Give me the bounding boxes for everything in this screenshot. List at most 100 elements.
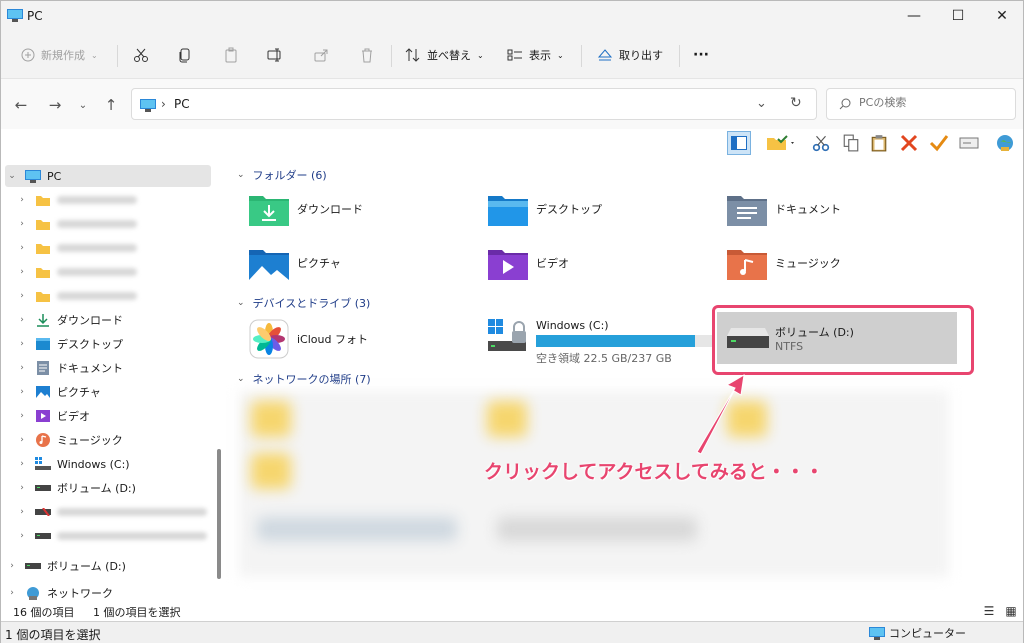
new-button[interactable]: 新規作成 ⌄: [21, 43, 98, 67]
sidebar-item-music[interactable]: › ミュージック: [15, 429, 221, 451]
network-tool-button[interactable]: [993, 131, 1017, 155]
sidebar-item-blurred[interactable]: ›: [15, 285, 221, 307]
chevron-right-icon[interactable]: ›: [5, 561, 19, 571]
arrow-left-icon: ←: [14, 96, 28, 114]
sidebar-item-label: Windows (C:): [57, 457, 130, 471]
chevron-right-icon[interactable]: ›: [15, 435, 29, 445]
sidebar-item-label: デスクトップ: [57, 338, 123, 351]
chevron-right-icon[interactable]: ›: [15, 411, 29, 421]
chevron-down-icon: ⌄: [91, 50, 98, 60]
rename-button[interactable]: [267, 43, 283, 67]
cut-button[interactable]: [133, 43, 149, 67]
check-tool-button[interactable]: [927, 131, 951, 155]
eject-button[interactable]: 取り出す: [597, 43, 663, 67]
sidebar-item-downloads[interactable]: › ダウンロード: [15, 309, 221, 331]
sidebar-item-label: ボリューム (D:): [57, 482, 136, 495]
chevron-right-icon[interactable]: ›: [15, 291, 29, 301]
pane-toggle-button[interactable]: [727, 131, 751, 155]
sidebar-item-blurred[interactable]: ›: [15, 213, 221, 235]
chevron-right-icon[interactable]: ›: [15, 195, 29, 205]
more-button[interactable]: ···: [693, 43, 709, 67]
music-icon: [35, 433, 51, 447]
sidebar-item-label: ダウンロード: [57, 314, 123, 327]
sidebar-item-label: ネットワーク: [47, 587, 113, 600]
search-box[interactable]: [826, 88, 1016, 120]
navigation-pane: ⌄ PC › › › › › › ダウンロード › デスクトップ › ドキュメント ›…: [1, 157, 225, 601]
chevron-right-icon[interactable]: ›: [15, 483, 29, 493]
paste-button[interactable]: [223, 43, 239, 67]
chevron-right-icon[interactable]: ›: [5, 588, 19, 598]
drive-icon: [35, 529, 51, 543]
chevron-right-icon[interactable]: ›: [15, 315, 29, 325]
up-button[interactable]: ↑: [101, 95, 121, 115]
chevron-down-icon[interactable]: ⌄: [756, 96, 767, 111]
view-button[interactable]: 表示 ⌄: [507, 43, 564, 67]
sidebar-item-network[interactable]: › ネットワーク: [5, 585, 211, 601]
tiles-view-button[interactable]: ▦: [1003, 603, 1019, 619]
chevron-right-icon[interactable]: ›: [15, 459, 29, 469]
chevron-right-icon[interactable]: ›: [15, 363, 29, 373]
sidebar-item-videos[interactable]: › ビデオ: [15, 405, 221, 427]
chevron-right-icon[interactable]: ›: [15, 387, 29, 397]
redacted-label: [57, 292, 137, 300]
sidebar-item-pictures[interactable]: › ピクチャ: [15, 381, 221, 403]
details-view-button[interactable]: ☰: [981, 603, 997, 619]
sort-button[interactable]: 並べ替え ⌄: [405, 43, 484, 67]
sort-label: 並べ替え: [427, 49, 471, 62]
x-mark-icon: [900, 134, 918, 152]
sidebar-item-d-drive-2[interactable]: › ボリューム (D:): [5, 555, 211, 577]
paste-tool-button[interactable]: [867, 131, 891, 155]
sidebar-item-blurred[interactable]: ›: [15, 237, 221, 259]
delete-button[interactable]: [359, 43, 375, 67]
quick-toolbar: [1, 129, 1023, 157]
forward-button[interactable]: →: [45, 95, 65, 115]
address-bar[interactable]: › PC ⌄ ↻: [131, 88, 817, 120]
annotation-arrow: [696, 374, 745, 455]
sidebar-item-d-drive[interactable]: › ボリューム (D:): [15, 477, 221, 499]
copy-tool-button[interactable]: [839, 131, 863, 155]
share-button[interactable]: [313, 43, 329, 67]
chevron-right-icon[interactable]: ›: [15, 339, 29, 349]
recent-button[interactable]: ⌄: [73, 95, 93, 115]
cut-tool-button[interactable]: [809, 131, 833, 155]
details-status-bar: 16 個の項目 1 個の項目を選択: [1, 601, 1023, 621]
pane-icon: [731, 136, 747, 150]
checkmark-icon: [929, 135, 949, 152]
sidebar-item-desktop[interactable]: › デスクトップ: [15, 333, 221, 355]
search-input[interactable]: [859, 96, 1009, 109]
documents-icon: [35, 361, 51, 375]
refresh-icon[interactable]: ↻: [790, 95, 802, 111]
chevron-down-icon[interactable]: ⌄: [5, 171, 19, 181]
minimize-button[interactable]: —: [891, 1, 937, 31]
delete-tool-button[interactable]: [897, 131, 921, 155]
status-location-label: コンピューター: [889, 627, 966, 640]
breadcrumb[interactable]: PC: [174, 97, 190, 111]
chevron-right-icon[interactable]: ›: [15, 243, 29, 253]
sidebar-item-pc[interactable]: ⌄ PC: [5, 165, 211, 187]
sidebar-item-c-drive[interactable]: › Windows (C:): [15, 453, 221, 475]
sidebar-item-blurred[interactable]: ›: [15, 189, 221, 211]
folder-icon: [35, 265, 51, 279]
address-row: ← → ⌄ ↑ › PC ⌄ ↻: [1, 79, 1023, 129]
chevron-right-icon: ›: [161, 97, 166, 111]
chevron-right-icon[interactable]: ›: [15, 531, 29, 541]
sidebar-item-blurred[interactable]: ›: [15, 525, 221, 547]
new-folder-button[interactable]: [761, 131, 801, 155]
sidebar-scrollbar[interactable]: [217, 449, 221, 579]
copy-button[interactable]: [177, 43, 193, 67]
chevron-right-icon[interactable]: ›: [15, 507, 29, 517]
sidebar-item-blurred[interactable]: ›: [15, 501, 221, 523]
chevron-right-icon[interactable]: ›: [15, 219, 29, 229]
sidebar-item-blurred[interactable]: ›: [15, 261, 221, 283]
sidebar-item-documents[interactable]: › ドキュメント: [15, 357, 221, 379]
properties-tool-button[interactable]: [957, 131, 981, 155]
folder-icon: [35, 289, 51, 303]
maximize-button[interactable]: ☐: [935, 1, 981, 31]
list-view-icon: ☰: [983, 604, 995, 618]
close-button[interactable]: ✕: [979, 1, 1024, 31]
back-button[interactable]: ←: [11, 95, 31, 115]
chevron-right-icon[interactable]: ›: [15, 267, 29, 277]
maximize-icon: ☐: [951, 8, 965, 24]
view-label: 表示: [529, 49, 551, 62]
redacted-label: [57, 220, 137, 228]
